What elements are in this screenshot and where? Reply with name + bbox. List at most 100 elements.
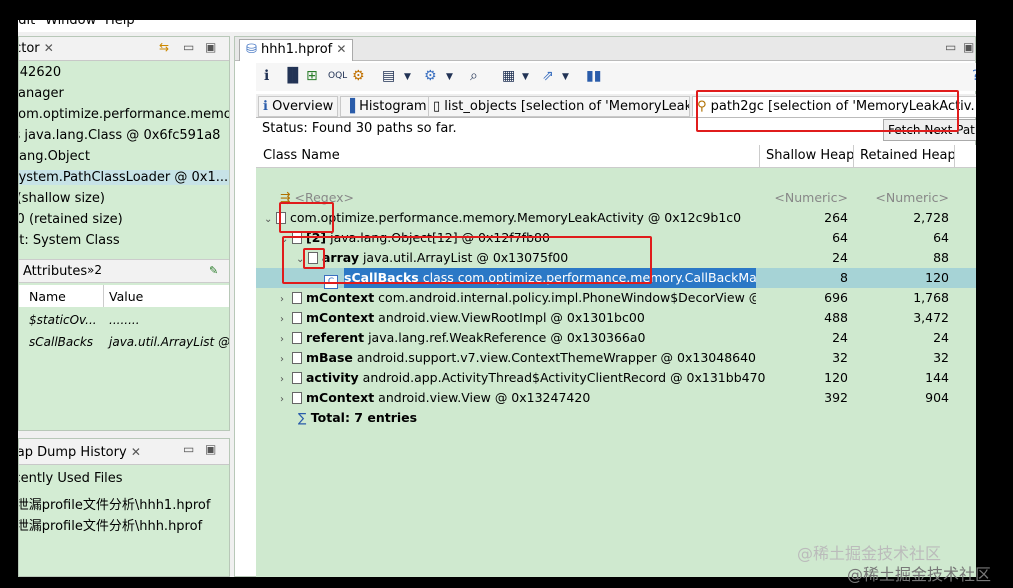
row-shallow: 696	[824, 290, 848, 305]
table-header: Class Name Shallow Heap Retained Heap	[256, 145, 976, 168]
export-icon[interactable]: ⇗	[542, 68, 554, 84]
attributes-tab[interactable]: Attributes	[23, 264, 87, 279]
chevron-right-icon[interactable]: ›	[280, 354, 292, 365]
table-row[interactable]: › activity android.app.ActivityThread$Act…	[256, 368, 976, 388]
group-by-icon[interactable]: ▦	[502, 68, 515, 84]
chevron-down-icon[interactable]: ⌄	[264, 214, 276, 225]
calculate-retained-icon[interactable]: ▮▮	[586, 68, 601, 84]
attr-name-header[interactable]: Name	[29, 289, 66, 304]
editor-tab-label: hhh1.hprof	[261, 42, 333, 57]
object-icon	[292, 352, 302, 364]
inspector-tab[interactable]: Inspector ✕	[19, 41, 54, 56]
help-icon[interactable]: ?	[972, 68, 976, 84]
row-class-name: › activity android.app.ActivityThread$Act…	[280, 370, 765, 385]
row-shallow: 64	[832, 230, 848, 245]
attr-row-value[interactable]: ........	[109, 313, 140, 327]
pin-icon[interactable]: ✎	[209, 264, 218, 277]
chevron-down-icon[interactable]: ▼	[446, 72, 453, 82]
menu-window[interactable]: Window	[45, 20, 96, 28]
attributes-header: Name Value	[19, 285, 229, 307]
row-shallow: 24	[832, 330, 848, 345]
link-icon[interactable]: ⇆	[159, 40, 169, 54]
search-icon[interactable]: ⌕	[470, 68, 478, 84]
attr-row-name[interactable]: sCallBacks	[29, 335, 93, 349]
chevron-right-icon[interactable]: ›	[280, 314, 292, 325]
object-icon	[292, 392, 302, 404]
minimize-icon[interactable]: ▭	[183, 40, 194, 54]
regex-filter-row[interactable]: ⇶ <Regex> <Numeric> <Numeric>	[256, 188, 976, 208]
annotation-box	[279, 202, 334, 233]
tab-overview[interactable]: ℹ Overview	[258, 96, 339, 117]
thread-icon[interactable]: ⚙	[352, 68, 365, 84]
col-class-name[interactable]: Class Name	[263, 148, 340, 163]
table-row[interactable]: › mBase android.support.v7.view.ContextTh…	[256, 348, 976, 368]
col-shallow-heap[interactable]: Shallow Heap	[766, 148, 854, 163]
inspector-package: com.optimize.performance.memory	[18, 107, 230, 122]
row-name: com.android.internal.policy.impl.PhoneWi…	[378, 290, 756, 305]
oql-icon[interactable]: OQL	[328, 71, 347, 81]
query-browser-icon[interactable]: ⚙	[424, 68, 437, 84]
menu-help[interactable]: Help	[105, 20, 135, 28]
close-icon[interactable]: ✕	[336, 42, 346, 56]
chevron-down-icon[interactable]: ▼	[404, 72, 411, 82]
tab-list-objects[interactable]: ▯ list_objects [selection of 'MemoryLeak…	[428, 96, 690, 117]
minimize-icon[interactable]: ▭	[945, 40, 956, 54]
status-text: Status: Found 30 paths so far.	[262, 121, 457, 136]
inspector-gc-root: GC root: System Class	[19, 233, 120, 248]
tab-list-objects-label: list_objects [selection of 'MemoryLeak..…	[444, 99, 690, 114]
row-field: referent	[306, 330, 365, 345]
row-shallow: 8	[840, 270, 848, 285]
chevron-right-icon[interactable]: ›	[280, 334, 292, 345]
maximize-icon[interactable]: ▣	[205, 442, 216, 456]
inspector-address: 0x13242620	[19, 65, 62, 80]
table-row[interactable]: › mContext com.android.internal.policy.im…	[256, 288, 976, 308]
recent-file-item[interactable]: D:\内存泄漏profile文件分析\hhh1.hprof	[19, 494, 210, 513]
run-report-icon[interactable]: ▤	[382, 68, 395, 84]
attr-row-name[interactable]: $staticOv...	[29, 313, 97, 327]
table-row[interactable]: › mContext android.view.ViewRootImpl @ 0x…	[256, 308, 976, 328]
header-divider	[103, 285, 104, 307]
row-shallow: 24	[832, 250, 848, 265]
table-row[interactable]: › mContext android.view.View @ 0x13247420…	[256, 388, 976, 408]
info-icon[interactable]: ℹ	[264, 68, 269, 84]
attr-row-value[interactable]: java.util.ArrayList @ 0x	[109, 335, 229, 349]
retained-filter[interactable]: <Numeric>	[856, 190, 949, 205]
info-icon: ℹ	[263, 99, 268, 114]
chevron-right-icon[interactable]: ›	[280, 374, 292, 385]
column-divider	[759, 145, 760, 168]
path-table: Class Name Shallow Heap Retained Heap ⇶ …	[256, 145, 976, 577]
attr-value-header[interactable]: Value	[109, 289, 143, 304]
editor-tab-bar: ⛁ hhh1.hprof ✕ ▭ ▣	[235, 37, 975, 61]
row-field: mContext	[306, 290, 375, 305]
sum-icon: ∑	[298, 410, 307, 425]
recent-file-item[interactable]: D:\内存泄漏profile文件分析\hhh.hprof	[19, 515, 202, 534]
database-icon: ⛁	[246, 42, 257, 57]
inspector-class-name: CallBackManager	[18, 86, 64, 101]
row-field: mContext	[306, 310, 375, 325]
maximize-icon[interactable]: ▣	[205, 40, 216, 54]
total-text: Total: 7 entries	[310, 410, 418, 425]
close-icon[interactable]: ✕	[131, 445, 141, 459]
chevron-right-icon[interactable]: ›	[280, 394, 292, 405]
chevron-right-icon[interactable]: ›	[280, 294, 292, 305]
maximize-icon[interactable]: ▣	[963, 40, 974, 54]
history-tab[interactable]: Heap Dump History ✕	[19, 445, 141, 460]
row-shallow: 264	[824, 210, 848, 225]
chevron-down-icon[interactable]: ▼	[562, 72, 569, 82]
dominator-tree-icon[interactable]: ⊞	[306, 68, 318, 84]
close-icon[interactable]: ✕	[44, 41, 54, 55]
editor-tab[interactable]: ⛁ hhh1.hprof ✕	[239, 39, 354, 61]
row-retained: 1,768	[913, 290, 949, 305]
more-tabs-button[interactable]: »2	[87, 263, 102, 277]
row-retained: 24	[933, 330, 949, 345]
col-retained-heap[interactable]: Retained Heap	[860, 148, 956, 163]
menu-edit[interactable]: Edit	[18, 20, 35, 28]
row-shallow: 32	[832, 350, 848, 365]
minimize-icon[interactable]: ▭	[183, 442, 194, 456]
table-row[interactable]: ⌄ com.optimize.performance.memory.MemoryL…	[256, 208, 976, 228]
table-row[interactable]: › referent java.lang.ref.WeakReference @ …	[256, 328, 976, 348]
histogram-icon[interactable]: ▐▌	[282, 68, 304, 84]
tab-histogram[interactable]: ▐ Histogram	[340, 96, 432, 117]
shallow-filter[interactable]: <Numeric>	[756, 190, 848, 205]
chevron-down-icon[interactable]: ▼	[522, 72, 529, 82]
